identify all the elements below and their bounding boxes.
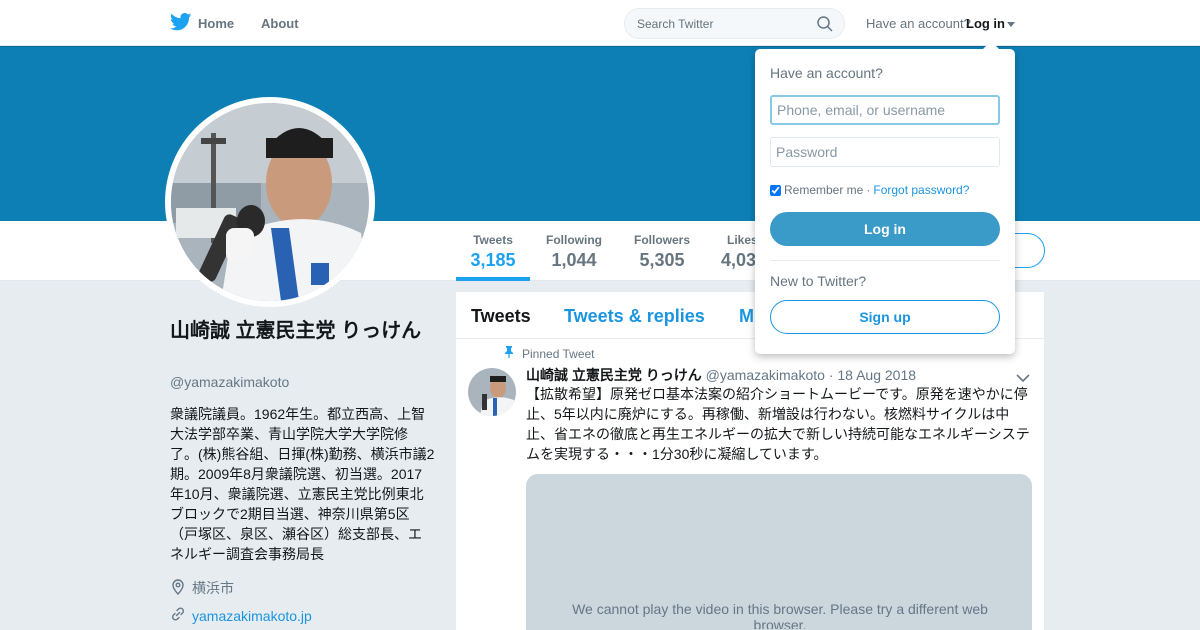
tab-media[interactable]: M <box>739 306 754 327</box>
url-text: yamazakimakoto.jp <box>192 607 312 624</box>
search-box <box>624 8 845 39</box>
login-dropdown-toggle[interactable]: Log in <box>966 16 1015 31</box>
stat-value: 5,305 <box>639 250 685 270</box>
tweet-header: 山崎誠 立憲民主党 りっけん @yamazakimakoto · 18 Aug … <box>526 365 916 385</box>
separator-dot: · <box>866 183 871 197</box>
tweet-author-avatar[interactable] <box>468 368 516 416</box>
stat-label: Followers <box>633 233 690 247</box>
remember-me-checkbox[interactable] <box>770 184 781 196</box>
login-toggle-label: Log in <box>966 16 1005 31</box>
tab-tweets[interactable]: Tweets <box>471 306 531 327</box>
stat-label: Likes <box>727 233 758 247</box>
pinned-text: Pinned Tweet <box>522 346 595 361</box>
dropdown-title: Have an account? <box>770 65 883 81</box>
twitter-bird-icon <box>170 13 192 34</box>
remember-me-label[interactable]: Remember me <box>784 183 863 197</box>
stat-value: 3,185 <box>470 250 516 270</box>
stat-value: 4,03 <box>721 250 757 270</box>
top-navigation-bar: Home About Have an account? Log in <box>0 0 1200 46</box>
stat-tweets[interactable]: Tweets 3,185 <box>456 233 530 271</box>
profile-handle[interactable]: @yamazakimakoto <box>170 374 289 390</box>
stat-label: Tweets <box>473 233 513 247</box>
tweet-author-name[interactable]: 山崎誠 立憲民主党 りっけん <box>526 367 702 383</box>
stat-followers[interactable]: Followers 5,305 <box>628 233 696 271</box>
login-dropdown: Have an account? Remember me · Forgot pa… <box>755 41 1015 354</box>
video-player[interactable]: We cannot play the video in this browser… <box>526 474 1032 630</box>
login-button[interactable]: Log in <box>770 212 1000 246</box>
new-to-twitter-text: New to Twitter? <box>770 273 867 289</box>
home-nav-label: Home <box>198 16 235 31</box>
pin-icon <box>504 346 514 361</box>
tweet-date[interactable]: · 18 Aug 2018 <box>829 367 916 383</box>
tab-tweets-replies[interactable]: Tweets & replies <box>564 306 705 327</box>
tweet-author-handle[interactable]: @yamazakimakoto <box>706 367 825 383</box>
location-text: 横浜市 <box>192 580 234 596</box>
profile-name: 山崎誠 立憲民主党 りっけん <box>170 320 422 342</box>
have-account-text: Have an account? <box>866 16 971 31</box>
link-icon <box>170 606 186 625</box>
profile-url[interactable]: yamazakimakoto.jp <box>170 606 312 625</box>
active-tab-indicator <box>456 277 530 281</box>
location-pin-icon <box>170 578 186 598</box>
profile-location: 横浜市 <box>170 578 234 598</box>
stat-value: 1,044 <box>551 250 597 270</box>
search-input[interactable] <box>637 9 812 38</box>
video-unsupported-message: We cannot play the video in this browser… <box>572 601 988 630</box>
password-input[interactable] <box>770 137 1000 167</box>
dropdown-arrow <box>983 41 999 49</box>
search-icon[interactable] <box>817 16 833 37</box>
stat-likes[interactable]: Likes 4,03 <box>718 233 758 271</box>
about-nav-link[interactable]: About <box>261 16 299 31</box>
profile-avatar[interactable] <box>165 97 375 307</box>
home-nav-link[interactable]: Home <box>170 13 234 34</box>
stat-label: Following <box>546 233 602 247</box>
remember-me-row: Remember me · Forgot password? <box>770 183 969 197</box>
caret-down-icon <box>1007 22 1015 28</box>
tweet-text: 【拡散希望】原発ゼロ基本法案の紹介ショートムービーです。原発を速やかに停止、5年… <box>526 386 1030 462</box>
dropdown-divider <box>770 260 1000 261</box>
profile-photo <box>171 103 369 301</box>
stat-following[interactable]: Following 1,044 <box>540 233 608 271</box>
profile-bio: 衆議院議員。1962年生。都立西高、上智大法学部卒業、青山学院大学大学院修了。(… <box>170 406 435 562</box>
signup-button[interactable]: Sign up <box>770 300 1000 334</box>
pinned-tweet-label: Pinned Tweet <box>504 346 595 361</box>
username-input[interactable] <box>770 95 1000 125</box>
forgot-password-link[interactable]: Forgot password? <box>873 183 969 197</box>
